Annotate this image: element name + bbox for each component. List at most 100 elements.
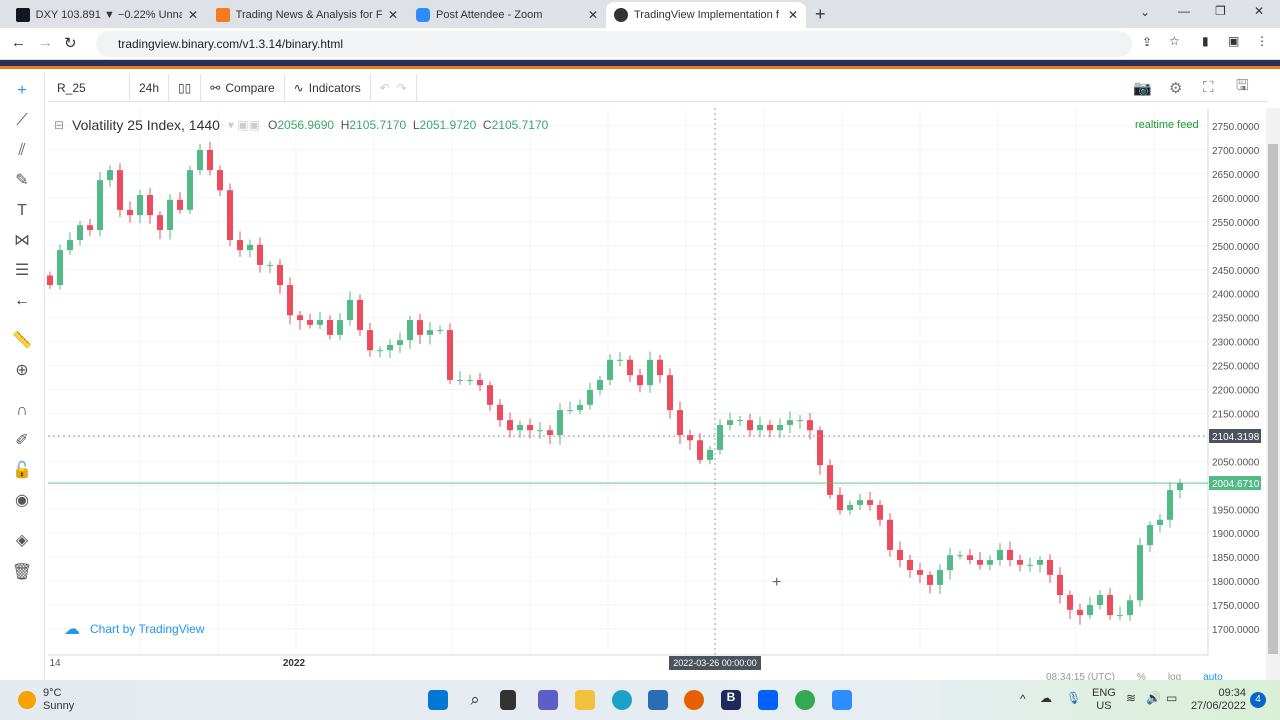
tradingview-credit-link[interactable]: ☁ Chart by TradingView — [64, 619, 205, 639]
candle-body — [197, 150, 203, 171]
weather-widget[interactable]: 9°C Sunny — [43, 687, 74, 713]
candle-body — [277, 264, 283, 286]
candle-body — [217, 170, 223, 191]
mouse-cursor-icon: + — [772, 574, 781, 591]
firefox-icon[interactable] — [684, 690, 704, 710]
candle-body — [897, 549, 903, 561]
y-tick-label: 2150.0000 — [1212, 409, 1260, 420]
price-chart[interactable]: 2750.0000 2700.0000 2650.0000 2600.0000 2550… — [0, 0, 1280, 680]
candle-body — [617, 359, 623, 361]
page-scrollbar[interactable] — [1266, 108, 1280, 680]
candle-body — [77, 225, 83, 241]
candle-body — [1167, 490, 1173, 520]
legend-options-icon[interactable]: ▾ ▣▣ — [228, 118, 260, 132]
candle-body — [647, 359, 653, 386]
teams-icon[interactable] — [538, 690, 558, 710]
binary-app-icon[interactable]: B — [721, 690, 741, 710]
y-tick-label: 1700.0000 — [1212, 625, 1260, 636]
windows-taskbar: 9°C Sunny ⌕ B ^ ☁ 🎙 ENG US ≋ 🔊 ▭ 09:34 27/0… — [0, 680, 1280, 720]
x-tick-label: 2022 — [283, 658, 306, 669]
candle-body — [227, 190, 233, 241]
candle-body — [727, 420, 733, 425]
file-explorer-icon[interactable] — [575, 690, 595, 710]
battery-icon[interactable]: ▭ — [1166, 691, 1177, 705]
candle-body — [1147, 525, 1153, 546]
realtime-feed-label: realtime feed — [1135, 119, 1199, 131]
candle-body — [1067, 594, 1073, 610]
log-toggle[interactable]: log — [1168, 672, 1181, 680]
dropbox-icon[interactable] — [758, 690, 778, 710]
candle-body — [757, 424, 763, 431]
candle-body — [547, 430, 553, 436]
candle-body — [747, 420, 753, 431]
scrollbar-thumb[interactable] — [1268, 144, 1278, 654]
candle-body — [1037, 560, 1043, 565]
chrome-icon[interactable] — [795, 690, 815, 710]
candle-body — [167, 199, 173, 230]
candle-body — [537, 430, 543, 432]
y-tick-label: 2450.0000 — [1212, 266, 1260, 277]
candle-body — [607, 359, 613, 380]
y-tick-label: 2350.0000 — [1212, 314, 1260, 325]
candle-body — [47, 275, 53, 286]
candle-body — [997, 549, 1003, 561]
last-price-label: 2004.6710 — [1212, 479, 1260, 490]
x-tick-label: 14 — [49, 658, 61, 669]
candle-body — [347, 299, 353, 321]
wifi-icon[interactable]: ≋ — [1126, 691, 1136, 705]
zoom-app-icon[interactable] — [832, 690, 852, 710]
y-tick-label: 2300.0000 — [1212, 338, 1260, 349]
search-icon[interactable]: ⌕ — [465, 690, 485, 710]
candle-body — [1007, 549, 1013, 561]
candle-body — [447, 330, 453, 380]
candle-body — [367, 330, 373, 351]
candle-body — [857, 500, 863, 505]
candle-body — [917, 570, 923, 575]
task-view-icon[interactable] — [500, 690, 516, 710]
candle-body — [787, 420, 793, 425]
y-tick-label: 2600.0000 — [1212, 194, 1260, 205]
candle-body — [567, 410, 573, 412]
y-tick-label: 1900.0000 — [1212, 529, 1260, 540]
candle-body — [627, 359, 633, 376]
volume-icon[interactable]: 🔊 — [1146, 691, 1161, 705]
candle-body — [887, 519, 893, 550]
y-tick-label: 2400.0000 — [1212, 290, 1260, 301]
candle-body — [377, 350, 383, 352]
microphone-icon[interactable]: 🎙 — [1066, 691, 1081, 705]
candle-body — [57, 250, 63, 286]
candle-body — [777, 424, 783, 431]
onedrive-icon[interactable]: ☁ — [1040, 691, 1052, 705]
collapse-icon[interactable]: ⊟ — [54, 118, 64, 132]
y-tick-label: 1950.0000 — [1212, 505, 1260, 516]
tray-chevron-icon[interactable]: ^ — [1020, 692, 1026, 706]
candle-body — [157, 215, 163, 230]
candle-body — [927, 574, 933, 585]
candle-body — [957, 555, 963, 557]
candle-body — [1107, 594, 1113, 616]
candle-body — [147, 195, 153, 216]
candle-body — [667, 375, 673, 411]
candle-body — [1047, 560, 1053, 575]
candle-body — [427, 330, 433, 335]
utc-clock: 08:34:15 (UTC) — [1046, 672, 1115, 680]
candle-body — [1157, 519, 1163, 526]
store-icon[interactable] — [648, 690, 668, 710]
auto-toggle[interactable]: auto — [1203, 672, 1222, 680]
candle-body — [507, 420, 513, 431]
candle-body — [937, 570, 943, 585]
language-indicator[interactable]: ENG US — [1092, 687, 1116, 713]
candle-body — [977, 560, 983, 565]
notification-badge[interactable]: 4 — [1250, 692, 1266, 708]
candle-body — [577, 404, 583, 411]
percent-toggle[interactable]: % — [1137, 672, 1146, 680]
candle-body — [357, 299, 363, 331]
candle-body — [467, 379, 473, 381]
y-tick-label: 1850.0000 — [1212, 553, 1260, 564]
candle-body — [497, 404, 503, 421]
clock[interactable]: 09:34 27/06/2022 — [1190, 687, 1246, 713]
edge-icon[interactable] — [612, 690, 632, 710]
windows-start-icon[interactable] — [428, 690, 448, 710]
candle-body — [807, 420, 813, 431]
candle-body — [477, 379, 483, 386]
